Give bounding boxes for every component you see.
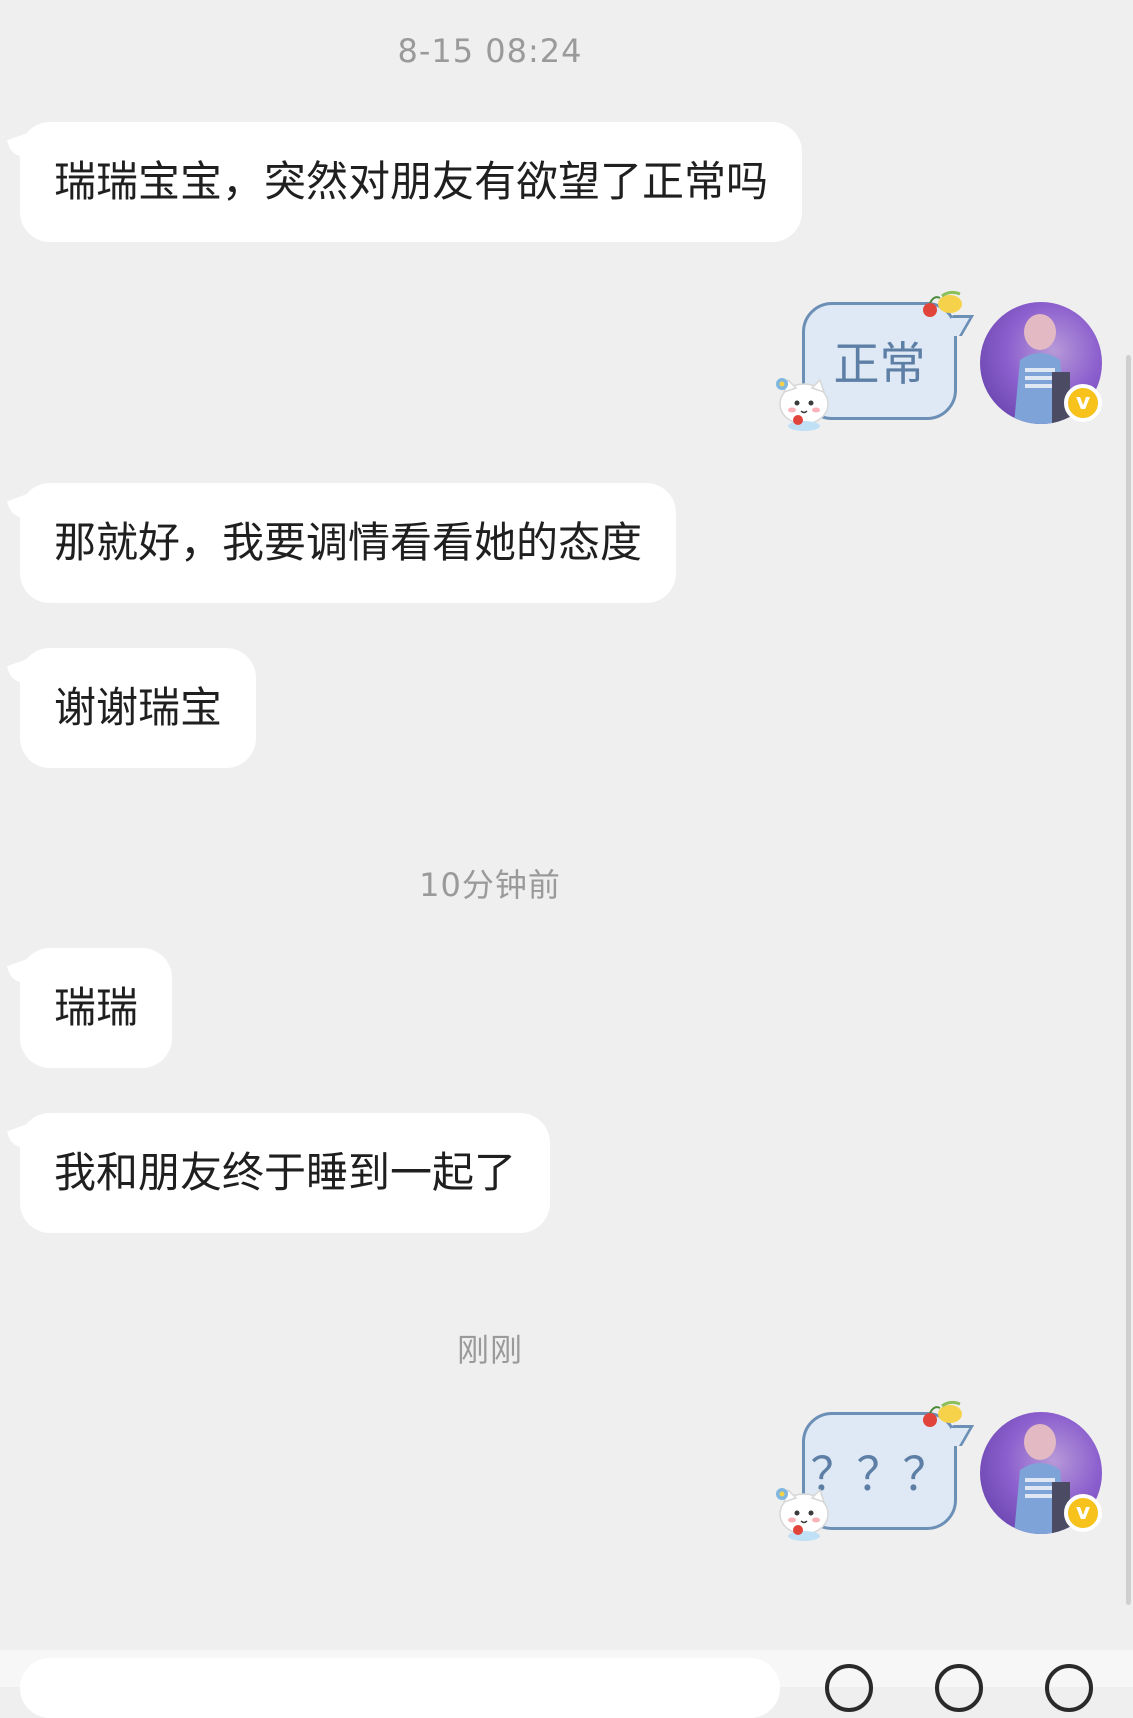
avatar[interactable]: v	[980, 302, 1102, 424]
scrollbar[interactable]	[1126, 355, 1131, 1605]
emoji-icon[interactable]	[935, 1664, 983, 1712]
cat-sticker-icon	[776, 378, 829, 431]
outgoing-message-container[interactable]: 正常	[770, 290, 970, 452]
incoming-message[interactable]: 我和朋友终于睡到一起了	[20, 1113, 551, 1233]
chat-view[interactable]: 8-15 08:24 瑞瑞宝宝，突然对朋友有欲望了正常吗 正常 v 那就好，我要…	[0, 0, 1133, 1718]
incoming-message[interactable]: 谢谢瑞宝	[20, 648, 257, 768]
verified-badge-icon: v	[1064, 384, 1102, 422]
timestamp: 刚刚	[456, 1331, 523, 1369]
input-bar	[0, 1650, 1133, 1718]
add-icon[interactable]	[1045, 1664, 1093, 1712]
fruit-sticker-icon	[923, 290, 962, 317]
incoming-message[interactable]: 那就好，我要调情看看她的态度	[20, 483, 677, 603]
message-input[interactable]	[20, 1658, 780, 1718]
fruit-sticker-icon	[923, 1400, 962, 1427]
voice-icon[interactable]	[825, 1664, 873, 1712]
avatar[interactable]: v	[980, 1412, 1102, 1534]
cat-sticker-icon	[776, 1488, 829, 1541]
outgoing-message-container[interactable]: ？？？	[770, 1400, 970, 1562]
timestamp: 10分钟前	[419, 866, 561, 904]
incoming-message[interactable]: 瑞瑞宝宝，突然对朋友有欲望了正常吗	[20, 122, 803, 242]
incoming-message[interactable]: 瑞瑞	[20, 948, 173, 1068]
verified-badge-icon: v	[1064, 1494, 1102, 1532]
timestamp: 8-15 08:24	[397, 32, 583, 70]
